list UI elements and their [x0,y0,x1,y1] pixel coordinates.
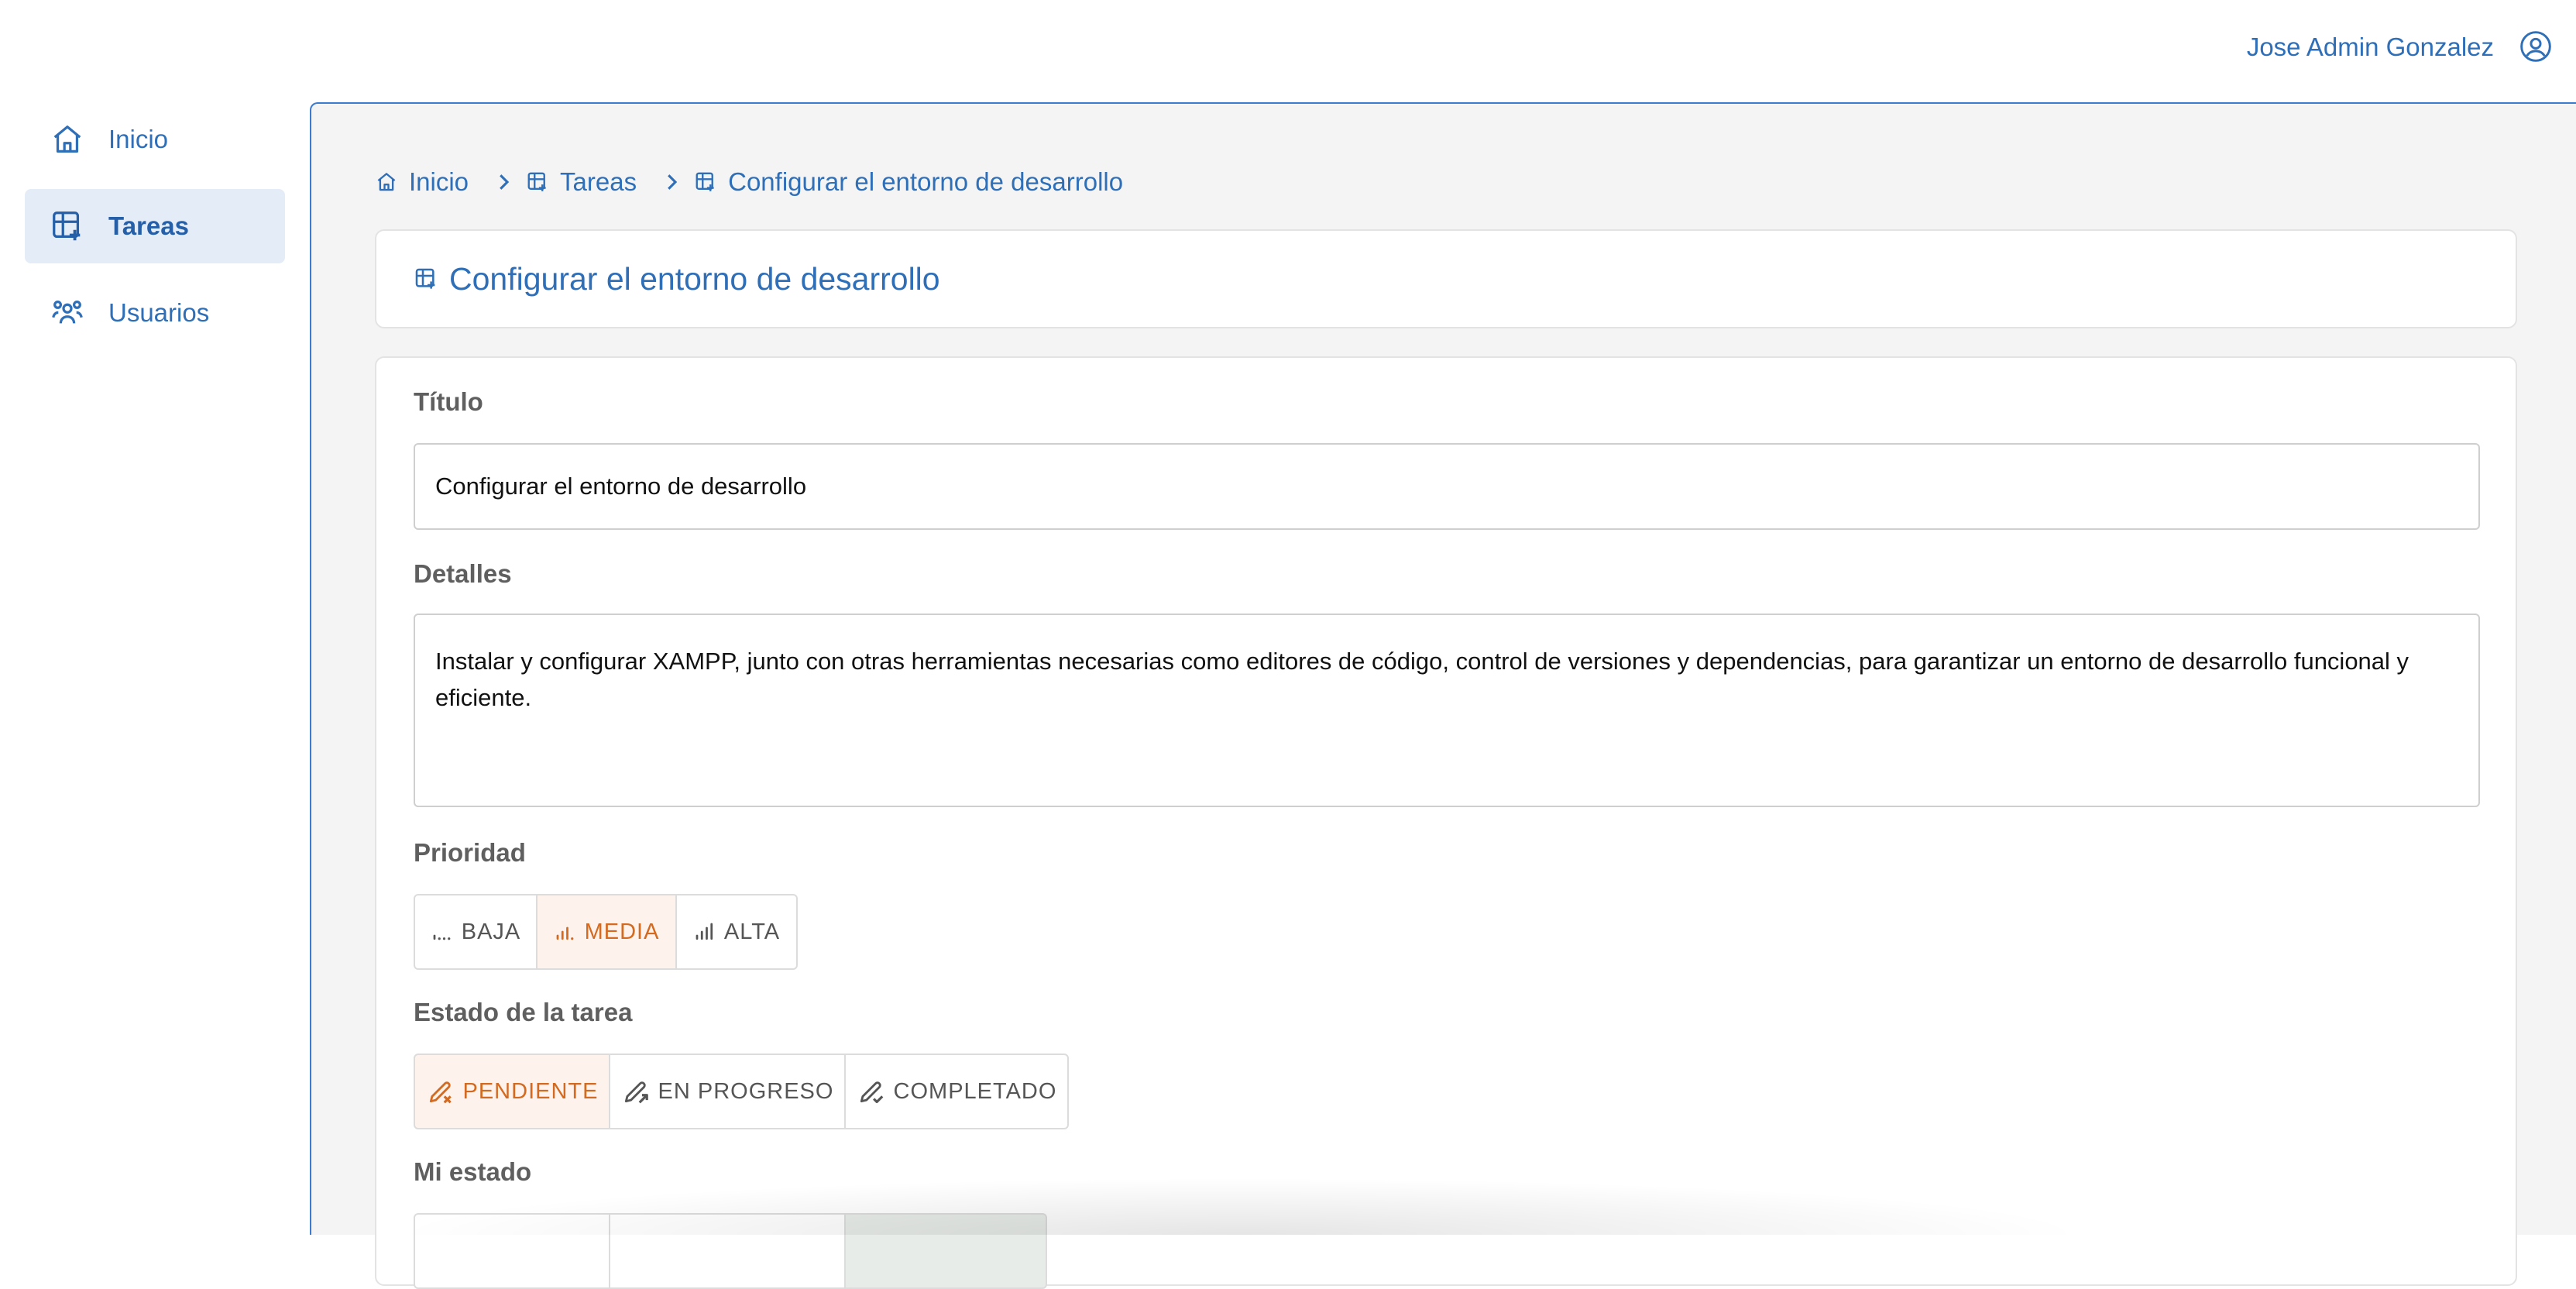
pencil-check-icon [860,1081,883,1104]
details-textarea[interactable]: Instalar y configurar XAMPP, junto con o… [414,614,2480,807]
sidebar: Inicio Tareas Usuarios [0,102,310,1235]
status-option-label: PENDIENTE [462,1078,599,1104]
breadcrumb-inicio[interactable]: Inicio [375,167,469,197]
breadcrumb-label: Configurar el entorno de desarrollo [728,167,1124,196]
breadcrumb-label: Tareas [560,167,637,196]
chevron-right-icon [668,174,678,190]
user-name[interactable]: Jose Admin Gonzalez [2247,33,2494,62]
task-form: Título Configurar el entorno de desarrol… [375,356,2517,1289]
main-content: Inicio Tareas Configurar el entorno de d… [310,102,2576,1289]
status-toggle-group: PENDIENTE EN PROGRESO COMPLETADO [414,1054,1069,1129]
tasks-icon [415,268,435,289]
priority-option-label: ALTA [723,919,781,944]
details-label: Detalles [414,559,512,588]
breadcrumb-tareas[interactable]: Tareas [526,167,637,197]
priority-option-baja[interactable]: BAJA [414,894,538,970]
home-icon [377,173,396,191]
tasks-icon [696,172,714,191]
breadcrumb: Inicio Tareas Configurar el entorno de d… [375,167,1123,197]
priority-option-label: BAJA [461,919,521,944]
status-option-completado[interactable]: COMPLETADO [844,1054,1069,1129]
breadcrumb-label: Inicio [409,167,469,196]
home-icon [53,125,81,153]
users-icon [52,300,83,324]
signal-high-icon [696,923,713,940]
sidebar-item-usuarios[interactable]: Usuarios [25,276,285,350]
tasks-icon [53,211,81,241]
title-input[interactable]: Configurar el entorno de desarrollo [414,443,2480,530]
signal-medium-icon [556,926,573,940]
title-label: Título [414,387,483,416]
pencil-arrow-icon [624,1081,648,1104]
status-option-pendiente[interactable]: PENDIENTE [414,1054,610,1129]
sidebar-item-inicio[interactable]: Inicio [25,102,285,177]
chevron-right-icon [500,174,510,190]
priority-option-media[interactable]: MEDIA [536,894,677,970]
signal-low-icon [433,934,451,940]
pencil-x-icon [429,1081,452,1104]
tasks-icon [527,172,546,191]
page-title: Configurar el entorno de desarrollo [449,260,940,297]
scroll-shadow [387,1177,2091,1235]
breadcrumb-current: Configurar el entorno de desarrollo [694,167,1123,197]
top-bar: Jose Admin Gonzalez [0,0,2576,102]
page-title-card: Configurar el entorno de desarrollo [375,229,2517,328]
sidebar-item-label: Usuarios [108,298,210,327]
title-input-value: Configurar el entorno de desarrollo [435,473,807,500]
user-circle-icon[interactable] [2519,29,2553,64]
priority-option-label: MEDIA [584,919,660,944]
priority-option-alta[interactable]: ALTA [675,894,798,970]
sidebar-item-tareas[interactable]: Tareas [25,189,285,263]
priority-label: Prioridad [414,838,526,867]
priority-toggle-group: BAJA MEDIA ALTA [414,894,798,970]
status-option-en-progreso[interactable]: EN PROGRESO [609,1054,846,1129]
sidebar-item-label: Inicio [108,125,169,153]
status-option-label: EN PROGRESO [658,1078,834,1104]
sidebar-item-label: Tareas [108,211,189,240]
status-option-label: COMPLETADO [893,1078,1057,1104]
status-label: Estado de la tarea [414,998,633,1026]
details-textarea-value: Instalar y configurar XAMPP, junto con o… [435,648,2409,711]
